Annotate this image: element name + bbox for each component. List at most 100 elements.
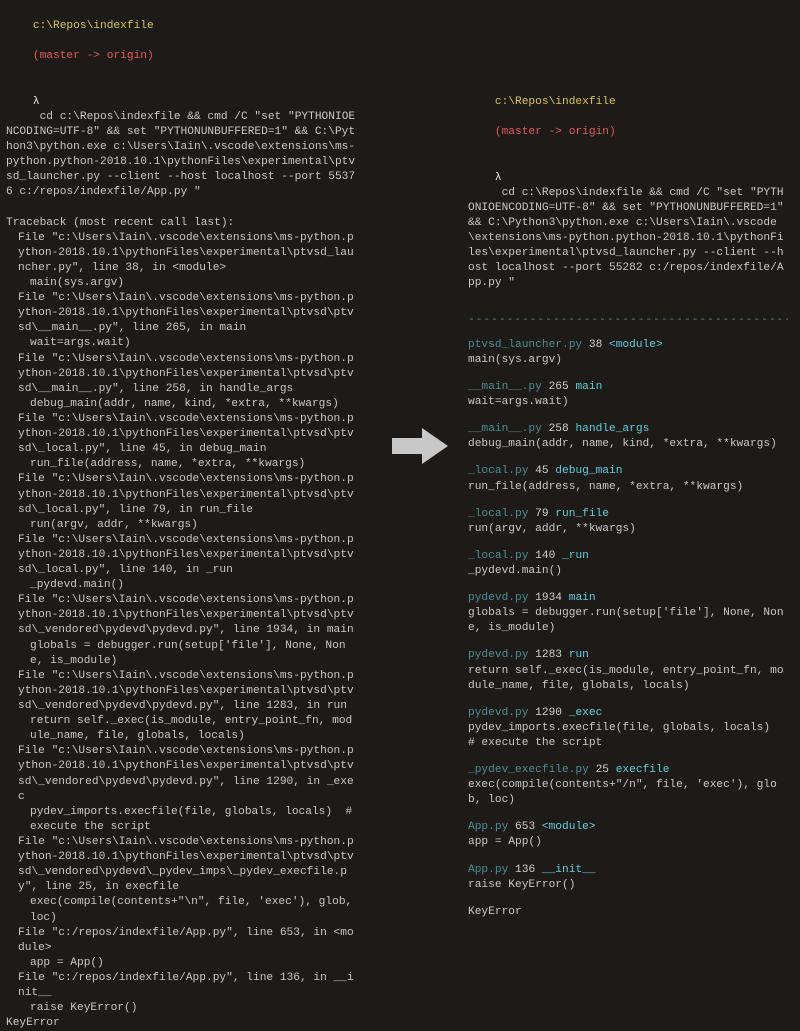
frame-code: run(argv, addr, **kwargs) <box>6 518 356 533</box>
frame-function: __init__ <box>542 864 596 876</box>
frame-line-number: 1934 <box>528 592 568 604</box>
frame-line-number: 653 <box>508 821 542 833</box>
frame-code: app = App() <box>468 835 788 850</box>
frame-location: File "c:\Users\Iain\.vscode\extensions\m… <box>6 533 356 578</box>
frame-group: __main__.py 258 handle_argsdebug_main(ad… <box>468 422 788 452</box>
frame-function: main <box>569 592 596 604</box>
frame-code: run_file(address, name, *extra, **kwargs… <box>6 457 356 472</box>
frame-code: raise KeyError() <box>6 1001 356 1016</box>
frame-header: App.py 136 __init__ <box>468 863 788 878</box>
frame-function: main <box>575 381 602 393</box>
frame-group: ptvsd_launcher.py 38 <module>main(sys.ar… <box>468 338 788 368</box>
prompt-branch: (master -> origin) <box>495 126 616 138</box>
frame-line-number: 265 <box>542 381 576 393</box>
frame-location: File "c:\Users\Iain\.vscode\extensions\m… <box>6 744 356 804</box>
frame-file: App.py <box>468 864 508 876</box>
frame-code: globals = debugger.run(setup['file'], No… <box>6 639 356 669</box>
frame-header: _pydev_execfile.py 25 execfile <box>468 763 788 778</box>
frame-line-number: 1283 <box>528 649 568 661</box>
prompt-line: c:\Repos\indexfile (master -> origin) <box>468 80 788 156</box>
frame-file: __main__.py <box>468 381 542 393</box>
frame-code: main(sys.argv) <box>6 276 356 291</box>
frame-header: _local.py 45 debug_main <box>468 464 788 479</box>
frame-function: <module> <box>542 821 596 833</box>
frame-file: App.py <box>468 821 508 833</box>
frame-line-number: 79 <box>528 508 555 520</box>
frame-group: _pydev_execfile.py 25 execfileexec(compi… <box>468 763 788 808</box>
command-line: λ cd c:\Repos\indexfile && cmd /C "set "… <box>468 156 788 307</box>
frame-group: pydevd.py 1283 runreturn self._exec(is_m… <box>468 648 788 693</box>
frame-function: run <box>569 649 589 661</box>
frame-file: _local.py <box>468 550 528 562</box>
frame-location: File "c:\Users\Iain\.vscode\extensions\m… <box>6 835 356 895</box>
frame-group: App.py 136 __init__raise KeyError() <box>468 863 788 893</box>
frame-code: debug_main(addr, name, kind, *extra, **k… <box>468 437 788 452</box>
frame-file: pydevd.py <box>468 592 528 604</box>
frame-header: pydevd.py 1283 run <box>468 648 788 663</box>
frame-code: main(sys.argv) <box>468 353 788 368</box>
command-line: λ cd c:\Repos\indexfile && cmd /C "set "… <box>6 80 356 216</box>
frame-function: _exec <box>569 707 603 719</box>
frame-line-number: 45 <box>528 465 555 477</box>
frame-group: _local.py 45 debug_mainrun_file(address,… <box>468 464 788 494</box>
frame-location: File "c:\Users\Iain\.vscode\extensions\m… <box>6 231 356 276</box>
frame-code: debug_main(addr, name, kind, *extra, **k… <box>6 397 356 412</box>
frame-code: return self._exec(is_module, entry_point… <box>6 714 356 744</box>
frame-location: File "c:/repos/indexfile/App.py", line 6… <box>6 926 356 956</box>
frame-function: execfile <box>616 764 670 776</box>
frame-location: File "c:/repos/indexfile/App.py", line 1… <box>6 971 356 1001</box>
frame-file: __main__.py <box>468 423 542 435</box>
frame-code: wait=args.wait) <box>468 395 788 410</box>
frame-location: File "c:\Users\Iain\.vscode\extensions\m… <box>6 412 356 457</box>
frame-code: globals = debugger.run(setup['file'], No… <box>468 606 788 636</box>
frame-location: File "c:\Users\Iain\.vscode\extensions\m… <box>6 352 356 397</box>
frame-line-number: 1290 <box>528 707 568 719</box>
terminal-left: c:\Repos\indexfile (master -> origin) λ … <box>6 4 356 1031</box>
frame-code: pydev_imports.execfile(file, globals, lo… <box>6 805 356 835</box>
frame-group: __main__.py 265 mainwait=args.wait) <box>468 380 788 410</box>
frame-line-number: 25 <box>589 764 616 776</box>
prompt-path: c:\Repos\indexfile <box>33 20 154 32</box>
frame-group: _local.py 140 _run_pydevd.main() <box>468 549 788 579</box>
frame-header: __main__.py 265 main <box>468 380 788 395</box>
frame-function: run_file <box>555 508 609 520</box>
traceback-header: Traceback (most recent call last): <box>6 216 356 231</box>
frame-group: _local.py 79 run_filerun(argv, addr, **k… <box>468 507 788 537</box>
exception-type: KeyError <box>6 1016 356 1031</box>
exception-type: KeyError <box>468 905 788 920</box>
frame-location: File "c:\Users\Iain\.vscode\extensions\m… <box>6 291 356 336</box>
traceback-frames: ptvsd_launcher.py 38 <module>main(sys.ar… <box>468 338 788 893</box>
frame-header: __main__.py 258 handle_args <box>468 422 788 437</box>
frame-header: pydevd.py 1290 _exec <box>468 706 788 721</box>
frame-code: exec(compile(contents+"\n", file, 'exec'… <box>6 895 356 925</box>
frame-file: _local.py <box>468 508 528 520</box>
arrow-icon <box>392 426 448 466</box>
frame-file: _pydev_execfile.py <box>468 764 589 776</box>
frame-function: handle_args <box>575 423 649 435</box>
frame-function: debug_main <box>555 465 622 477</box>
frame-code: run(argv, addr, **kwargs) <box>468 522 788 537</box>
traceback-frames: File "c:\Users\Iain\.vscode\extensions\m… <box>6 231 356 1017</box>
frame-header: _local.py 140 _run <box>468 549 788 564</box>
frame-location: File "c:\Users\Iain\.vscode\extensions\m… <box>6 669 356 714</box>
frame-line-number: 136 <box>508 864 542 876</box>
frame-function: _run <box>562 550 589 562</box>
frame-line-number: 140 <box>528 550 562 562</box>
frame-code: run_file(address, name, *extra, **kwargs… <box>468 480 788 495</box>
frame-code: _pydevd.main() <box>468 564 788 579</box>
frame-location: File "c:\Users\Iain\.vscode\extensions\m… <box>6 472 356 517</box>
frame-group: App.py 653 <module> app = App() <box>468 820 788 850</box>
frame-header: _local.py 79 run_file <box>468 507 788 522</box>
frame-code: return self._exec(is_module, entry_point… <box>468 664 788 694</box>
frame-code: pydev_imports.execfile(file, globals, lo… <box>468 721 788 751</box>
lambda-icon: λ <box>495 172 502 184</box>
prompt-branch: (master -> origin) <box>33 50 154 62</box>
frame-code: _pydevd.main() <box>6 578 356 593</box>
prompt-line: c:\Repos\indexfile (master -> origin) <box>6 4 356 80</box>
frame-function: <module> <box>609 339 663 351</box>
frame-file: pydevd.py <box>468 707 528 719</box>
frame-group: pydevd.py 1290 _execpydev_imports.execfi… <box>468 706 788 751</box>
separator-line: ----------------------------------------… <box>468 313 788 328</box>
frame-line-number: 38 <box>582 339 609 351</box>
frame-line-number: 258 <box>542 423 576 435</box>
